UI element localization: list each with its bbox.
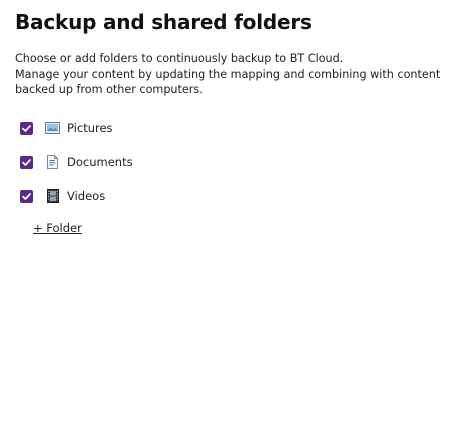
checkmark-icon <box>22 192 31 200</box>
documents-folder-icon <box>45 155 60 169</box>
videos-folder-icon <box>45 189 60 203</box>
folder-row-documents[interactable]: Documents <box>20 153 133 171</box>
checkmark-icon <box>22 158 31 166</box>
pictures-folder-icon <box>45 121 60 135</box>
checkmark-icon <box>22 124 31 132</box>
description-line-1: Choose or add folders to continuously ba… <box>15 52 344 65</box>
description-line-2: Manage your content by updating the mapp… <box>15 67 441 97</box>
page-description: Choose or add folders to continuously ba… <box>15 51 467 98</box>
folder-row-pictures[interactable]: Pictures <box>20 119 113 137</box>
page-title: Backup and shared folders <box>15 10 312 34</box>
pictures-checkbox[interactable] <box>20 121 33 135</box>
add-folder-link[interactable]: + Folder <box>33 221 82 235</box>
folder-label-videos: Videos <box>67 189 106 203</box>
folder-label-documents: Documents <box>67 155 133 169</box>
folder-label-pictures: Pictures <box>67 121 113 135</box>
folder-row-videos[interactable]: Videos <box>20 187 105 205</box>
documents-checkbox[interactable] <box>20 155 33 169</box>
videos-checkbox[interactable] <box>20 189 33 203</box>
backup-folders-page: Backup and shared folders Choose or add … <box>0 0 473 422</box>
